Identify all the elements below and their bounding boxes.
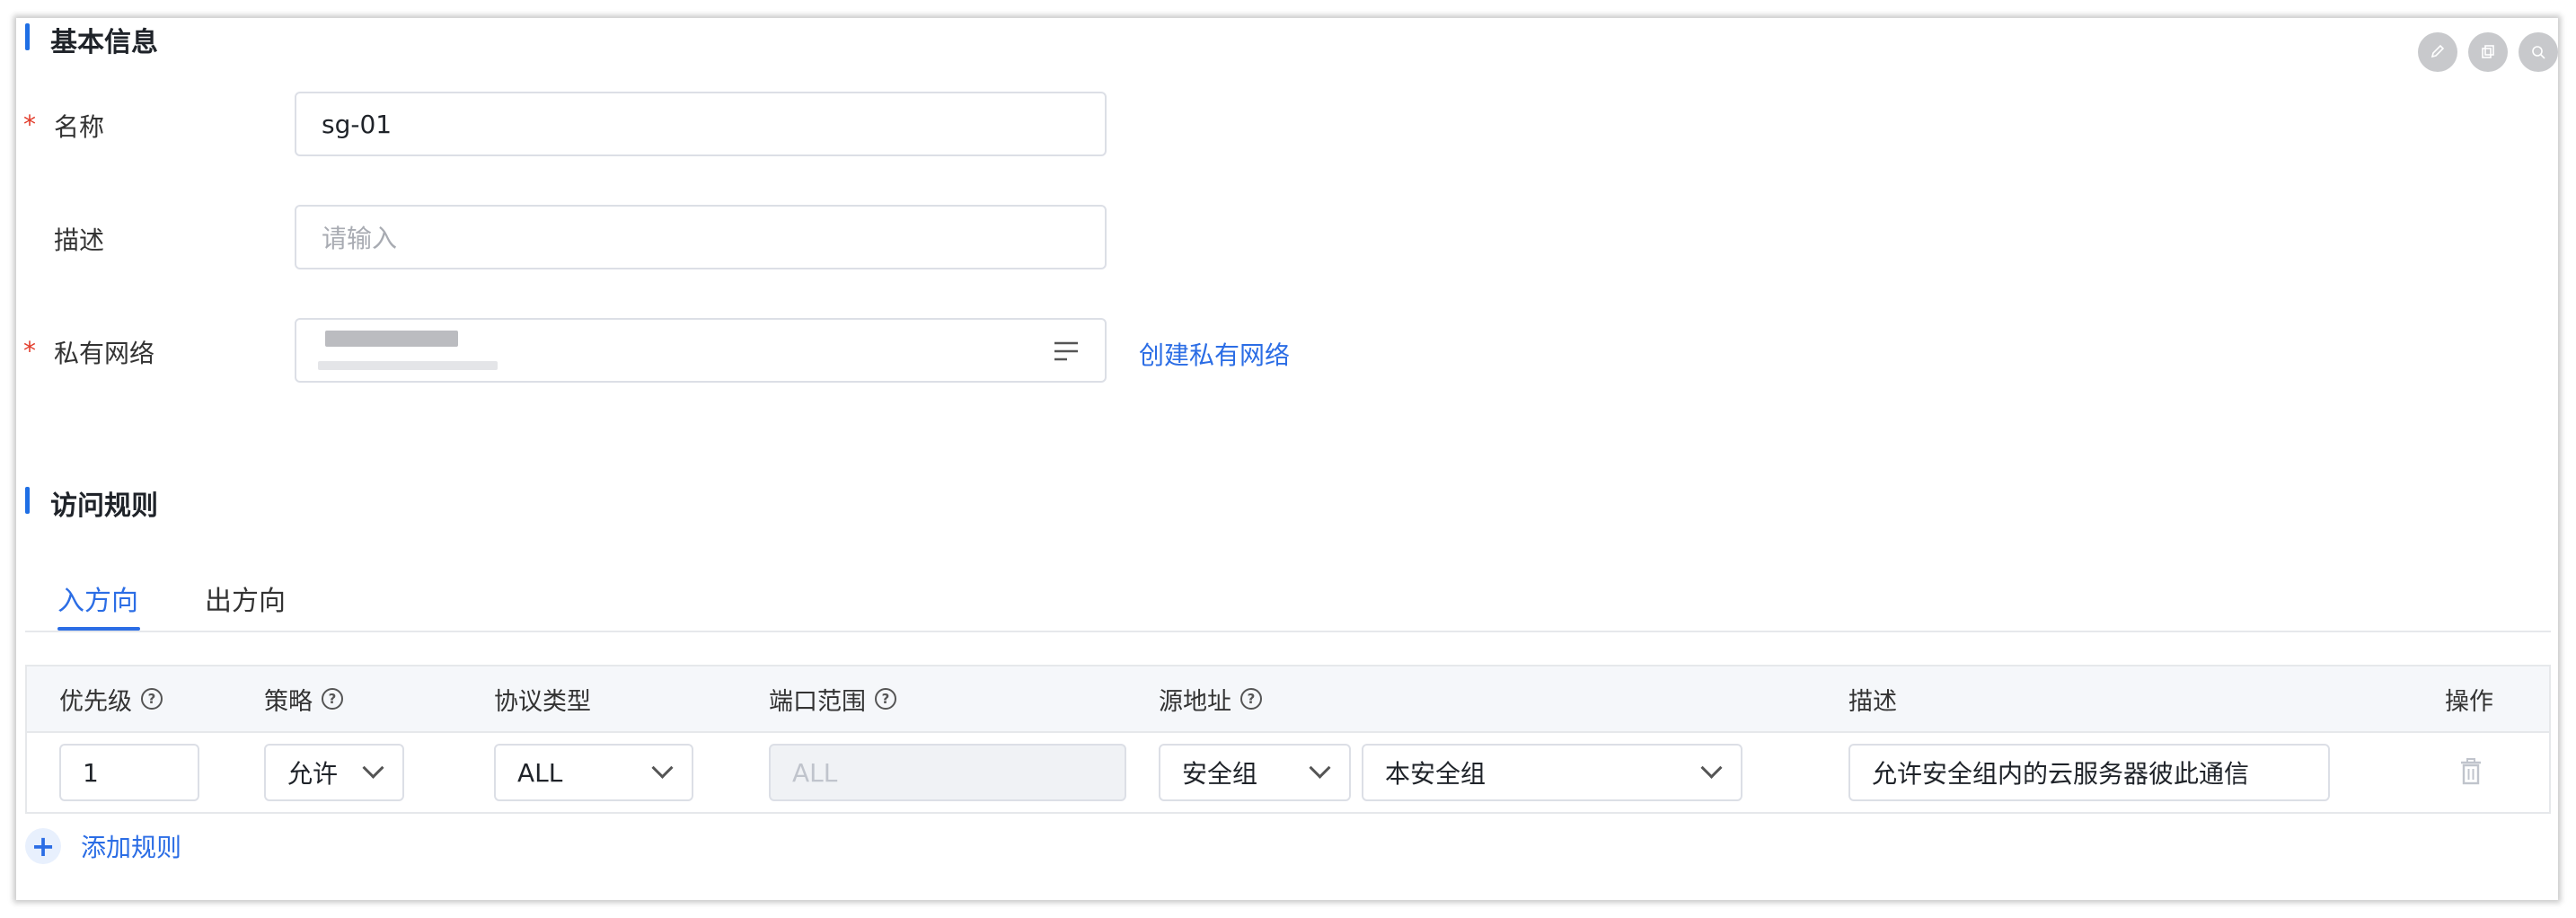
- help-icon[interactable]: ?: [141, 688, 163, 710]
- section-marker: [25, 487, 30, 514]
- col-port-label: 端口范围: [769, 687, 866, 716]
- col-desc-label: 描述: [1848, 687, 1897, 716]
- col-priority-label: 优先级: [59, 687, 132, 716]
- name-label: 名称: [54, 112, 105, 142]
- col-policy-label: 策略: [264, 687, 313, 716]
- port-range-value: ALL: [792, 757, 838, 788]
- col-desc: 描述: [1848, 666, 1897, 731]
- chevron-down-icon: [1700, 756, 1723, 779]
- desc-input-placeholder: 请输入: [322, 224, 398, 253]
- source-value: 本安全组: [1385, 759, 1486, 789]
- help-icon[interactable]: ?: [322, 688, 343, 710]
- vpc-label: 私有网络: [54, 339, 155, 368]
- col-source-label: 源地址: [1159, 687, 1231, 716]
- desc-label: 描述: [54, 225, 105, 255]
- col-policy: 策略 ?: [264, 666, 343, 731]
- copy-icon[interactable]: [2468, 32, 2508, 72]
- protocol-value: ALL: [517, 757, 563, 788]
- tabs-divider: [25, 631, 2551, 632]
- trash-icon[interactable]: [2459, 758, 2483, 785]
- col-actions-label: 操作: [2445, 687, 2493, 716]
- edit-icon[interactable]: [2418, 32, 2457, 72]
- col-actions: 操作: [2445, 666, 2493, 731]
- port-range-input: ALL: [769, 744, 1126, 801]
- col-protocol: 协议类型: [494, 666, 591, 731]
- add-rule-button[interactable]: + 添加规则: [25, 828, 181, 864]
- table-header: 优先级 ? 策略 ? 协议类型 端口范围 ? 源地址 ? 描述 操作: [27, 666, 2549, 733]
- add-icon: +: [25, 828, 61, 864]
- policy-value: 允许: [287, 759, 339, 789]
- priority-input[interactable]: 1: [59, 744, 199, 801]
- rules-table: 优先级 ? 策略 ? 协议类型 端口范围 ? 源地址 ? 描述 操作 1 允许: [25, 665, 2551, 814]
- tab-outbound[interactable]: 出方向: [205, 578, 286, 618]
- protocol-select[interactable]: ALL: [494, 744, 693, 801]
- chevron-down-icon: [651, 756, 674, 779]
- priority-value: 1: [83, 757, 99, 788]
- chevron-down-icon: [1309, 756, 1331, 779]
- corner-toolbar: [2418, 32, 2558, 72]
- help-icon[interactable]: ?: [1240, 688, 1262, 710]
- required-mark: *: [23, 110, 36, 139]
- name-input-value: sg-01: [322, 109, 393, 139]
- desc-input[interactable]: 请输入: [295, 205, 1107, 269]
- col-source: 源地址 ?: [1159, 666, 1262, 731]
- source-type-select[interactable]: 安全组: [1159, 744, 1351, 801]
- policy-select[interactable]: 允许: [264, 744, 404, 801]
- zoom-icon[interactable]: [2519, 32, 2558, 72]
- create-vpc-link[interactable]: 创建私有网络: [1139, 336, 1290, 372]
- access-rules-title: 访问规则: [50, 490, 158, 522]
- help-icon[interactable]: ?: [875, 688, 896, 710]
- vpc-value-redacted: [325, 331, 458, 347]
- vpc-select[interactable]: [295, 318, 1107, 383]
- source-type-value: 安全组: [1182, 759, 1258, 789]
- rule-desc-value: 允许安全组内的云服务器彼此通信: [1872, 759, 2250, 789]
- col-protocol-label: 协议类型: [494, 687, 591, 716]
- basic-info-title: 基本信息: [50, 27, 158, 58]
- vpc-subvalue-redacted: [318, 361, 498, 370]
- list-icon[interactable]: [1053, 340, 1080, 363]
- tab-inbound[interactable]: 入方向: [57, 578, 138, 618]
- required-mark: *: [23, 336, 36, 366]
- col-priority: 优先级 ?: [59, 666, 163, 731]
- rule-desc-input[interactable]: 允许安全组内的云服务器彼此通信: [1848, 744, 2330, 801]
- chevron-down-icon: [362, 756, 384, 779]
- add-rule-label: 添加规则: [81, 833, 182, 862]
- name-input[interactable]: sg-01: [295, 92, 1107, 156]
- section-marker: [25, 23, 30, 50]
- source-value-select[interactable]: 本安全组: [1362, 744, 1742, 801]
- col-port: 端口范围 ?: [769, 666, 896, 731]
